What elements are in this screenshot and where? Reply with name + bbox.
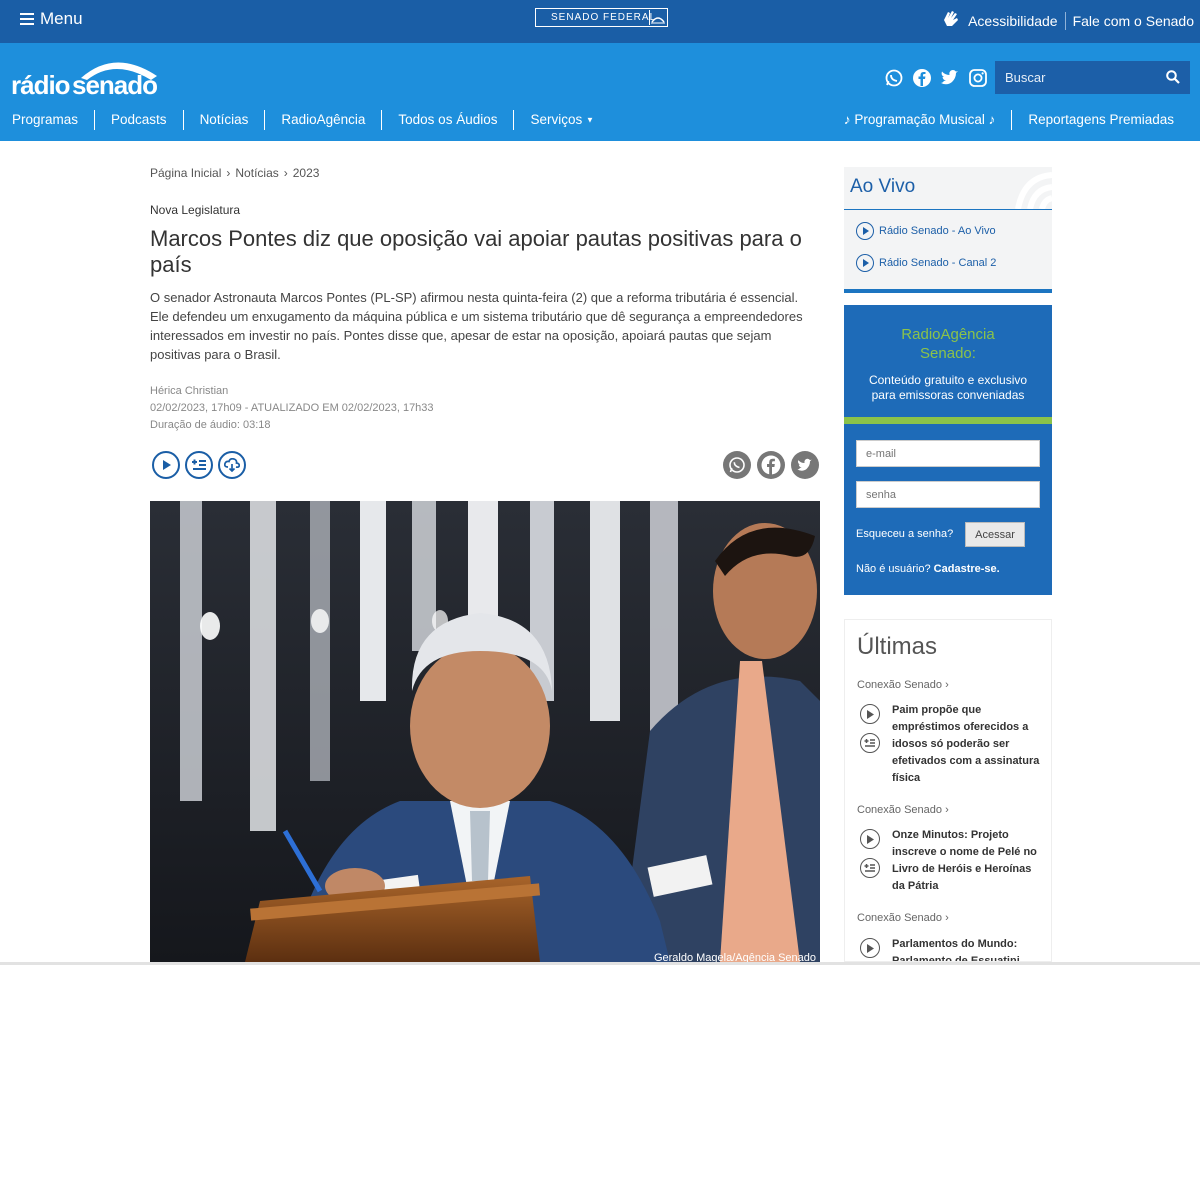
login-button[interactable]: Acessar — [965, 522, 1025, 547]
ao-vivo-heading: Ao Vivo — [850, 176, 916, 197]
forgot-password-link[interactable]: Esqueceu a senha? — [856, 528, 953, 540]
share-buttons — [723, 451, 819, 479]
item-category[interactable]: Conexão Senado › — [857, 912, 949, 924]
play-icon[interactable] — [860, 704, 880, 724]
breadcrumb-separator: › — [226, 166, 231, 180]
divider — [1064, 11, 1066, 30]
logo-text-radio: rádio — [11, 70, 71, 100]
article-date: 02/02/2023, 17h09 - ATUALIZADO EM 02/02/… — [150, 402, 434, 414]
senado-federal-logo[interactable]: SENADO FEDERAL — [535, 8, 668, 27]
breadcrumb: Página Inicial › Notícias › 2023 — [150, 166, 319, 180]
play-icon[interactable] — [152, 451, 180, 479]
search-input[interactable] — [995, 70, 1160, 85]
register-prefix: Não é usuário? — [856, 563, 931, 575]
list-item-title[interactable]: Paim propõe que empréstimos oferecidos a… — [892, 702, 1042, 787]
live-link-label: Rádio Senado - Ao Vivo — [879, 225, 996, 237]
nav-programas[interactable]: Programas — [0, 110, 96, 130]
live-link-ao-vivo[interactable]: Rádio Senado - Ao Vivo — [856, 222, 996, 240]
audio-tools — [152, 451, 246, 479]
top-bar: Menu SENADO FEDERAL Acessibilidade Fale … — [0, 0, 1200, 43]
share-facebook-icon[interactable] — [757, 451, 785, 479]
senado-federal-text: SENADO FEDERAL — [551, 12, 657, 23]
item-category[interactable]: Conexão Senado › — [857, 679, 949, 691]
instagram-icon[interactable] — [968, 68, 988, 88]
article-meta: Hérica Christian 02/02/2023, 17h09 - ATU… — [150, 383, 434, 434]
play-icon — [856, 254, 874, 272]
article-lead: O senador Astronauta Marcos Pontes (PL-S… — [150, 290, 803, 362]
search-icon[interactable] — [1166, 70, 1180, 89]
live-link-canal-2[interactable]: Rádio Senado - Canal 2 — [856, 254, 996, 272]
breadcrumb-noticias[interactable]: Notícias — [235, 166, 278, 180]
twitter-icon[interactable] — [940, 68, 960, 88]
radioagencia-title: RadioAgência Senado: — [844, 325, 1052, 363]
list-item-title[interactable]: Parlamentos do Mundo: Parlamento de Essu… — [892, 936, 1042, 961]
breadcrumb-separator: › — [283, 166, 288, 180]
radioagencia-title-line2: Senado: — [920, 345, 976, 362]
play-icon[interactable] — [860, 938, 880, 958]
secondary-nav: ♪ Programação Musical ♪ Reportagens Prem… — [828, 110, 1200, 130]
radioagencia-subtitle: Conteúdo gratuito e exclusivo para emiss… — [844, 373, 1052, 403]
add-to-playlist-icon[interactable] — [185, 451, 213, 479]
divider — [844, 209, 1052, 210]
menu-label: Menu — [40, 9, 83, 28]
list-item-title[interactable]: Onze Minutos: Projeto inscreve o nome de… — [892, 827, 1042, 895]
radioagencia-subtitle-line1: Conteúdo gratuito e exclusivo — [868, 373, 1028, 387]
radioagencia-title-line1: RadioAgência — [901, 326, 995, 343]
green-divider — [844, 417, 1052, 424]
live-link-label: Rádio Senado - Canal 2 — [879, 257, 997, 269]
header-social-links — [884, 68, 988, 88]
add-to-playlist-icon[interactable] — [860, 733, 880, 753]
add-to-playlist-icon[interactable] — [860, 858, 880, 878]
register-link[interactable]: Cadastre-se. — [934, 563, 1000, 575]
radio-senado-logo[interactable]: rádio senado — [11, 52, 161, 102]
article-title: Marcos Pontes diz que oposição vai apoia… — [150, 226, 802, 277]
hamburger-icon — [20, 10, 34, 28]
ultimas-box: Últimas Conexão Senado › Paim propõe que… — [844, 619, 1052, 962]
nav-radioagencia[interactable]: RadioAgência — [265, 110, 383, 130]
article-kicker: Nova Legislatura — [150, 203, 241, 217]
nav-podcasts[interactable]: Podcasts — [95, 110, 184, 130]
password-field[interactable] — [856, 481, 1040, 508]
article-author: Hérica Christian — [150, 385, 229, 397]
ultimas-heading: Últimas — [857, 633, 938, 660]
accessibility-link[interactable]: Acessibilidade — [968, 13, 1058, 29]
whatsapp-icon[interactable] — [884, 68, 904, 88]
congress-building-icon — [649, 10, 665, 25]
play-icon — [856, 222, 874, 240]
sign-language-icon[interactable] — [940, 8, 962, 33]
download-icon[interactable] — [218, 451, 246, 479]
share-whatsapp-icon[interactable] — [723, 451, 751, 479]
audio-duration: Duração de áudio: 03:18 — [150, 419, 271, 431]
contact-link[interactable]: Fale com o Senado — [1073, 13, 1194, 29]
photo-credit: Geraldo Magela/Agência Senado — [653, 952, 816, 962]
item-category[interactable]: Conexão Senado › — [857, 804, 949, 816]
breadcrumb-year[interactable]: 2023 — [293, 166, 320, 180]
viewport-divider — [0, 962, 1200, 965]
nav-todos-audios[interactable]: Todos os Áudios — [382, 110, 515, 130]
site-header: rádio senado Programas Podcasts Notícias… — [0, 43, 1200, 141]
photo-illustration — [150, 501, 820, 962]
nav-servicos[interactable]: Serviços ▼ — [514, 110, 609, 130]
caret-down-icon: ▼ — [586, 115, 594, 125]
article-photo: Geraldo Magela/Agência Senado — [150, 501, 820, 962]
nav-servicos-label: Serviços — [530, 111, 583, 127]
broadcast-waves-icon — [1015, 172, 1052, 209]
email-field[interactable] — [856, 440, 1040, 467]
nav-programacao-musical[interactable]: ♪ Programação Musical ♪ — [828, 110, 1013, 130]
register-text: Não é usuário? Cadastre-se. — [856, 563, 1000, 575]
share-twitter-icon[interactable] — [791, 451, 819, 479]
play-icon[interactable] — [860, 829, 880, 849]
ao-vivo-box: Ao Vivo Rádio Senado - Ao Vivo Rádio Sen… — [844, 167, 1052, 293]
search-box — [995, 61, 1190, 94]
menu-button[interactable]: Menu — [20, 9, 83, 29]
nav-reportagens-premiadas[interactable]: Reportagens Premiadas — [1012, 110, 1200, 130]
radioagencia-subtitle-line2: para emissoras conveniadas — [871, 388, 1025, 402]
breadcrumb-home[interactable]: Página Inicial — [150, 166, 221, 180]
facebook-icon[interactable] — [912, 68, 932, 88]
nav-noticias[interactable]: Notícias — [184, 110, 266, 130]
logo-text-senado: senado — [72, 70, 158, 100]
radioagencia-login-box: RadioAgência Senado: Conteúdo gratuito e… — [844, 305, 1052, 595]
